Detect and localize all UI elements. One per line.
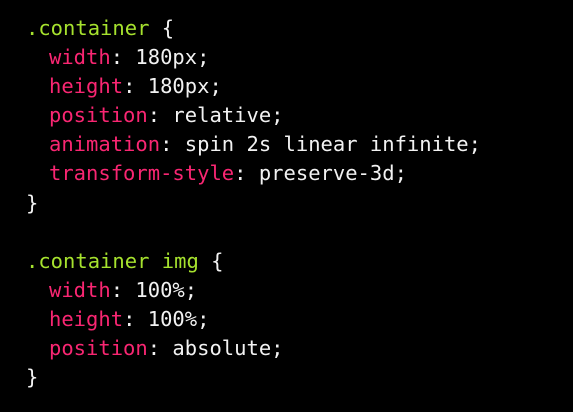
css-property: width (49, 277, 111, 302)
code-line: width: 100%; (26, 276, 573, 305)
css-property: height (49, 306, 124, 331)
code-line: .container img { (26, 247, 573, 276)
css-value: : preserve-3d; (234, 161, 407, 186)
css-value: : 180px; (123, 74, 222, 99)
code-line: } (26, 189, 573, 218)
close-brace: } (26, 190, 39, 215)
code-line: width: 180px; (26, 43, 573, 72)
code-editor: .container { width: 180px; height: 180px… (0, 0, 573, 412)
open-brace: { (198, 248, 224, 273)
css-value: : spin 2s linear infinite; (160, 132, 481, 157)
code-line: position: relative; (26, 101, 573, 130)
close-brace: } (26, 365, 39, 390)
css-property: width (49, 45, 111, 70)
css-property: position (49, 336, 148, 361)
code-line: height: 100%; (26, 305, 573, 334)
code-line: height: 180px; (26, 72, 573, 101)
code-line: transform-style: preserve-3d; (26, 159, 573, 188)
css-property: transform-style (49, 161, 235, 186)
css-value: : 100%; (123, 306, 210, 331)
css-property: position (49, 103, 148, 128)
css-value: : relative; (147, 103, 284, 128)
css-property: height (49, 74, 124, 99)
code-line: position: absolute; (26, 334, 573, 363)
code-line: animation: spin 2s linear infinite; (26, 130, 573, 159)
css-value: : absolute; (147, 336, 284, 361)
css-selector: .container img (26, 248, 199, 273)
open-brace: { (149, 16, 175, 40)
css-value: : 100%; (110, 277, 198, 302)
code-line: } (26, 363, 573, 392)
css-selector: .container (26, 16, 150, 40)
css-value: : 180px; (110, 45, 210, 70)
css-property: animation (49, 132, 161, 157)
code-line: .container { (26, 14, 573, 43)
